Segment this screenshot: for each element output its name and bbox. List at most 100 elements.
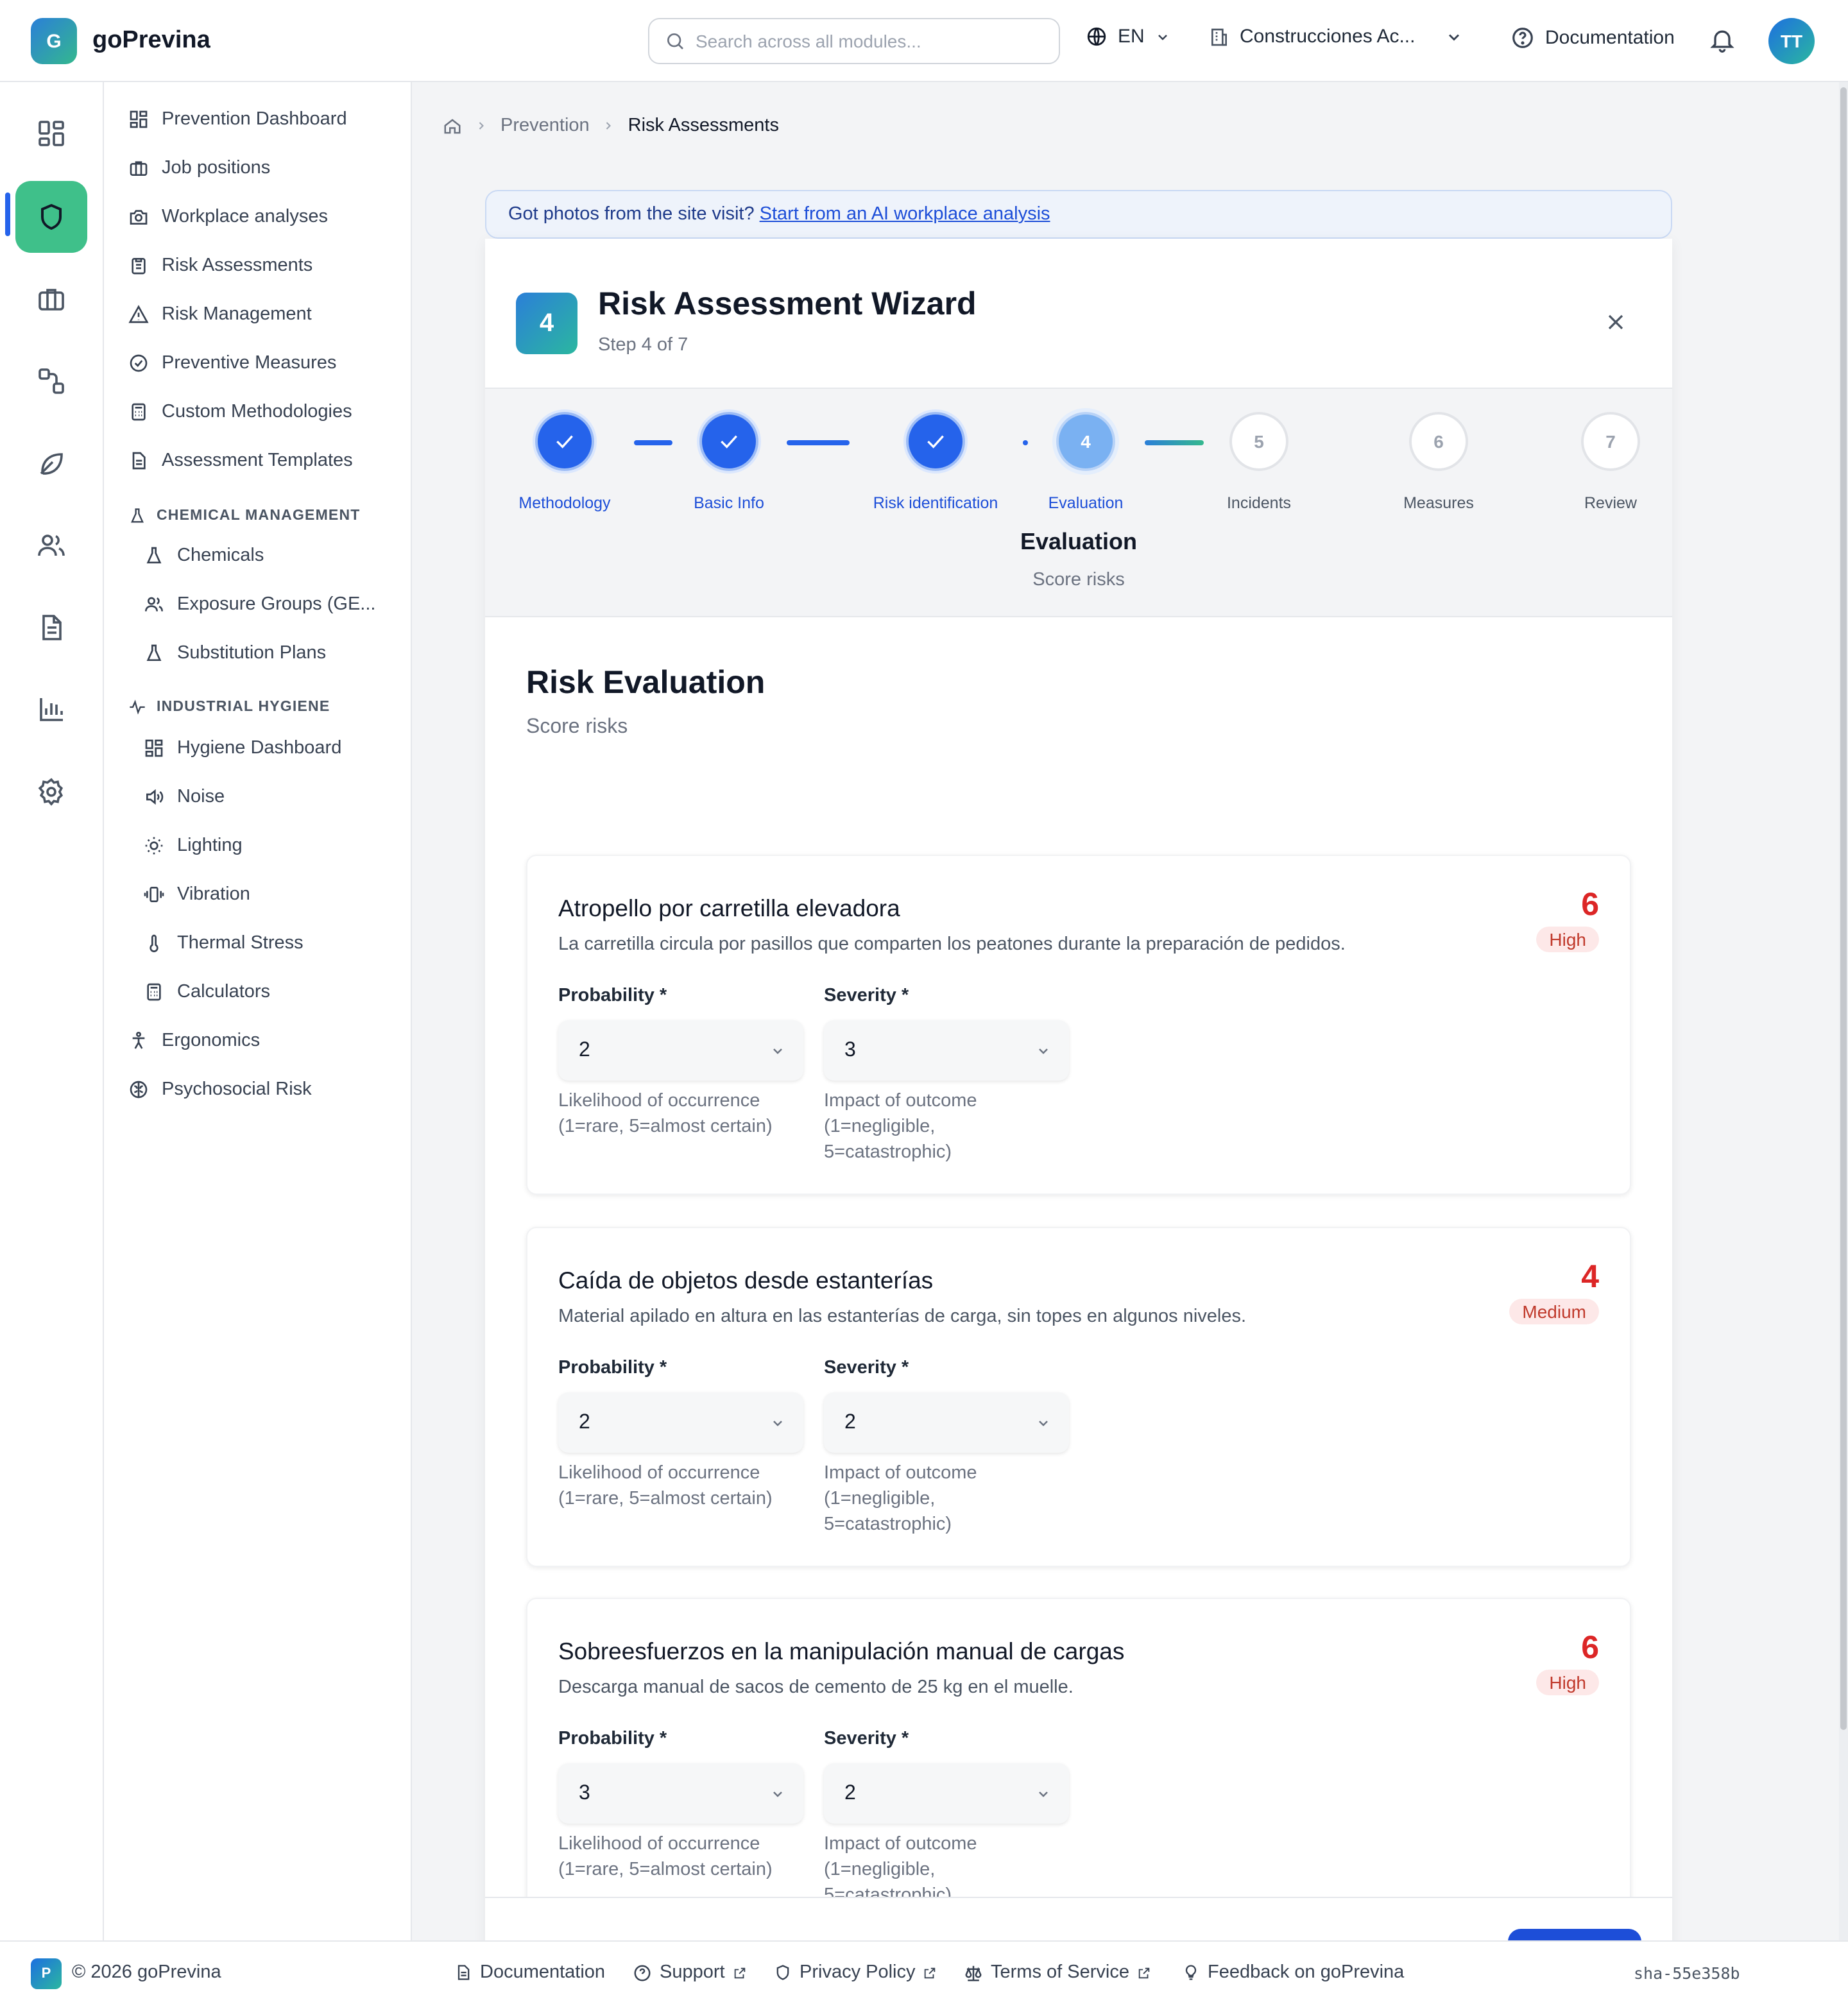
step-risk-identification[interactable]: Risk identification [859, 412, 1013, 512]
probability-label: Probability * [558, 1358, 667, 1378]
risk-level-badge: High [1536, 1670, 1599, 1695]
evaluation-title: Risk Evaluation [526, 665, 766, 701]
risk-description: Material apilado en altura en las estant… [558, 1306, 1247, 1327]
rail-workflows[interactable] [15, 345, 87, 417]
step-methodology[interactable]: Methodology [488, 412, 642, 512]
sidebar-item-prevention-dashboard[interactable]: Prevention Dashboard [128, 109, 347, 130]
footer-terms-link[interactable]: Terms of Service [964, 1962, 1151, 1983]
probability-select[interactable]: 3 [558, 1763, 803, 1824]
section-industrial-hygiene[interactable]: INDUSTRIAL HYGIENE [128, 698, 330, 716]
step-label: Evaluation [1048, 494, 1124, 512]
severity-value: 2 [844, 1782, 856, 1804]
probability-select[interactable]: 2 [558, 1020, 803, 1081]
company-selector[interactable]: Construcciones Ac... [1209, 26, 1463, 47]
rail-environment[interactable] [15, 427, 87, 499]
sidebar-item-risk-management[interactable]: Risk Management [128, 304, 312, 325]
sidebar-item-label: Risk Management [162, 304, 312, 325]
risk-assessment-wizard: 4 Risk Assessment Wizard Step 4 of 7 Met… [485, 239, 1672, 1940]
sidebar-item-label: Prevention Dashboard [162, 109, 347, 130]
briefcase-icon [130, 161, 148, 176]
documentation-link[interactable]: Documentation [1510, 26, 1675, 50]
rail-dashboard[interactable] [15, 98, 87, 169]
sidebar-item-label: Custom Methodologies [162, 402, 352, 422]
search-icon [667, 33, 683, 49]
check-circle-icon [130, 354, 148, 372]
notifications-button[interactable] [1708, 24, 1736, 55]
step-incidents[interactable]: 5 Incidents [1182, 412, 1336, 512]
severity-select[interactable]: 2 [824, 1763, 1069, 1824]
next-button[interactable] [1508, 1929, 1641, 1940]
probability-value: 2 [579, 1411, 590, 1433]
severity-select[interactable]: 2 [824, 1392, 1069, 1453]
footer-privacy-link[interactable]: Privacy Policy [774, 1962, 937, 1983]
sidebar-item-chemicals[interactable]: Chemicals [144, 545, 264, 566]
sidebar-item-workplace-analyses[interactable]: Workplace analyses [128, 207, 328, 227]
warning-icon [128, 305, 149, 323]
sidebar-item-substitution-plans[interactable]: Substitution Plans [144, 643, 326, 663]
sidebar-item-risk-assessments[interactable]: Risk Assessments [128, 255, 312, 276]
user-avatar[interactable]: TT [1768, 18, 1815, 64]
main-scrollbar[interactable] [1839, 82, 1848, 1940]
global-search[interactable] [648, 18, 1060, 64]
users-icon [145, 597, 163, 612]
app-logo[interactable]: G [31, 18, 77, 64]
sidebar-item-noise[interactable]: Noise [144, 787, 225, 807]
sidebar-item-vibration[interactable]: Vibration [144, 884, 250, 905]
risk-score: 6 [1581, 1630, 1599, 1666]
language-label: EN [1118, 26, 1145, 47]
sidebar-item-thermal-stress[interactable]: Thermal Stress [144, 933, 304, 954]
banner-text: Got photos from the site visit? [508, 204, 755, 225]
chevron-down-icon [773, 1792, 782, 1797]
sidebar-item-hygiene-dashboard[interactable]: Hygiene Dashboard [144, 738, 341, 758]
search-input[interactable] [696, 31, 1029, 51]
sidebar-item-exposure-groups[interactable]: Exposure Groups (GE... [144, 594, 375, 615]
rail-reports[interactable] [15, 674, 87, 746]
help-line: (1=negligible, [824, 1116, 936, 1137]
rail-active-indicator [5, 193, 10, 236]
sidebar-item-custom-methodologies[interactable]: Custom Methodologies [128, 402, 352, 422]
ai-analysis-link[interactable]: Start from an AI workplace analysis [760, 204, 1050, 225]
step-circle: 7 [1581, 412, 1640, 471]
sidebar-item-ergonomics[interactable]: Ergonomics [128, 1031, 260, 1051]
scrollbar-thumb[interactable] [1840, 87, 1847, 1730]
step-label: Review [1584, 494, 1637, 512]
app-name[interactable]: goPrevina [92, 27, 210, 55]
step-review[interactable]: 7 Review [1534, 412, 1688, 512]
sidebar-item-psychosocial-risk[interactable]: Psychosocial Risk [128, 1079, 312, 1100]
probability-select[interactable]: 2 [558, 1392, 803, 1453]
person-icon [132, 1032, 145, 1049]
risk-title: Sobreesfuerzos en la manipulación manual… [558, 1638, 1125, 1664]
sidebar-item-label: Job positions [162, 158, 271, 178]
wizard-step-text: Step 4 of 7 [598, 335, 689, 355]
chevron-right-icon [606, 122, 612, 130]
section-chemical-management[interactable]: CHEMICAL MANAGEMENT [128, 507, 361, 525]
sidebar: Prevention Dashboard Job positions Workp… [104, 82, 412, 1940]
grid-icon [145, 739, 163, 757]
sidebar-item-lighting[interactable]: Lighting [144, 835, 243, 856]
sidebar-item-preventive-measures[interactable]: Preventive Measures [128, 353, 336, 373]
vibration-icon [144, 887, 164, 902]
home-icon[interactable] [443, 116, 462, 135]
footer-documentation-link[interactable]: Documentation [454, 1962, 605, 1983]
sidebar-item-label: Vibration [177, 884, 250, 905]
breadcrumb-prevention[interactable]: Prevention [501, 116, 590, 136]
severity-value: 3 [844, 1039, 856, 1061]
activity-icon [130, 699, 145, 715]
sidebar-item-calculators[interactable]: Calculators [144, 982, 270, 1002]
step-evaluation[interactable]: 4 Evaluation [1009, 412, 1163, 512]
language-selector[interactable]: EN [1086, 26, 1170, 47]
step-measures[interactable]: 6 Measures [1362, 412, 1516, 512]
footer-support-link[interactable]: Support [633, 1962, 747, 1983]
severity-select[interactable]: 3 [824, 1020, 1069, 1081]
footer-feedback-link[interactable]: Feedback on goPrevina [1182, 1962, 1404, 1983]
rail-jobs[interactable] [15, 263, 87, 335]
step-basic-info[interactable]: Basic Info [652, 412, 806, 512]
rail-people[interactable] [15, 509, 87, 581]
rail-prevention[interactable] [15, 181, 87, 253]
rail-documents[interactable] [15, 592, 87, 663]
risk-score: 6 [1581, 887, 1599, 923]
sidebar-item-job-positions[interactable]: Job positions [128, 158, 270, 178]
close-icon[interactable] [1603, 309, 1629, 335]
sidebar-item-assessment-templates[interactable]: Assessment Templates [128, 450, 353, 471]
rail-settings[interactable] [15, 756, 87, 828]
